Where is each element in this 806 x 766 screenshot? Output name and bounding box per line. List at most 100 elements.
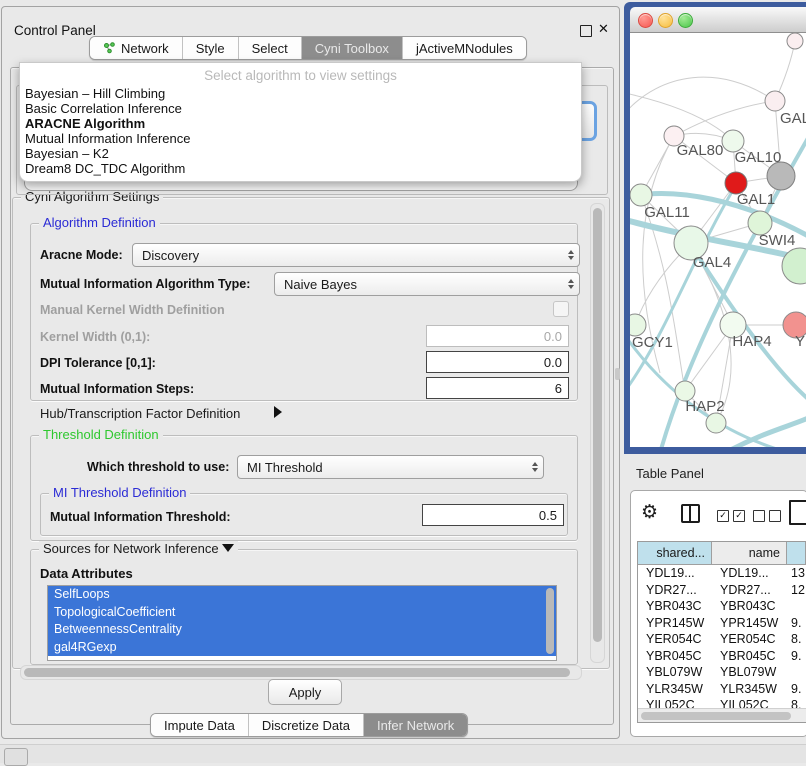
stepper-arrows-icon xyxy=(568,279,574,289)
algorithm-option-bayesian-k2[interactable]: Bayesian – K2 xyxy=(20,146,581,161)
kernel-width-field[interactable]: 0.0 xyxy=(426,325,569,347)
table-row[interactable]: YER054CYER054C8. xyxy=(638,631,806,648)
close-traffic-light-icon[interactable] xyxy=(638,13,653,28)
tab-style[interactable]: Style xyxy=(182,37,238,59)
column-layout-icon[interactable] xyxy=(681,504,700,523)
network-window-titlebar[interactable] xyxy=(630,7,806,33)
table-row[interactable]: YBR045CYBR045C9. xyxy=(638,648,806,665)
table-cell: YBR045C xyxy=(638,648,712,665)
settings-horizontal-scrollbar[interactable] xyxy=(20,665,582,680)
attribute-item-gal4rgexp[interactable]: gal4RGexp xyxy=(48,639,556,657)
file-icon[interactable] xyxy=(789,500,806,525)
select-all-checkboxes-icon[interactable]: ✓✓ xyxy=(717,510,745,522)
expand-arrow-icon[interactable] xyxy=(274,406,282,418)
attribute-item-selfloops[interactable]: SelfLoops xyxy=(48,586,556,604)
mi-algorithm-type-label: Mutual Information Algorithm Type: xyxy=(40,277,250,291)
status-strip xyxy=(0,744,806,763)
table-cell: YBL079W xyxy=(712,664,787,681)
bottom-tab-discretize-data[interactable]: Discretize Data xyxy=(248,714,363,736)
bottom-tab-infer-network[interactable]: Infer Network xyxy=(363,714,467,736)
column-header-name[interactable]: name xyxy=(712,542,787,564)
minimize-traffic-light-icon[interactable] xyxy=(658,13,673,28)
network-graph[interactable]: GALGAL80GAL10GAL1GAL11SWI4GAL4GCY1HAP4YH… xyxy=(630,33,806,447)
zoom-traffic-light-icon[interactable] xyxy=(678,13,693,28)
node-top-partial[interactable] xyxy=(787,33,803,49)
dpi-tolerance-label: DPI Tolerance [0,1]: xyxy=(40,356,156,370)
table-cell: 8. xyxy=(787,631,806,648)
table-horizontal-scrollbar[interactable] xyxy=(638,708,806,723)
application-root: Control Panel ✕ NetworkStyleSelectCyni T… xyxy=(0,0,806,762)
table-row[interactable]: YPR145WYPR145W9. xyxy=(638,615,806,632)
table-cell: YLR345W xyxy=(638,681,712,698)
node-gcy1[interactable] xyxy=(630,314,646,336)
hub-definition-section-label[interactable]: Hub/Transcription Factor Definition xyxy=(40,406,240,421)
panel-divider-handle[interactable] xyxy=(615,368,620,380)
node-bottom-partial[interactable] xyxy=(706,413,726,433)
table-cell xyxy=(787,598,806,615)
table-cell: YLR345W xyxy=(712,681,787,698)
algorithm-option-dream8-dc-tdc-algorithm[interactable]: Dream8 DC_TDC Algorithm xyxy=(20,161,581,176)
collapse-arrow-icon[interactable] xyxy=(222,544,234,552)
settings-horizontal-scrollbar-thumb[interactable] xyxy=(24,668,570,677)
dpi-tolerance-field[interactable]: 0.0 xyxy=(426,351,569,373)
node-gal11[interactable] xyxy=(630,184,652,206)
column-header-shared[interactable]: shared... xyxy=(638,542,712,564)
table-cell: YDL19... xyxy=(638,565,712,582)
settings-vertical-scrollbar[interactable] xyxy=(590,203,605,663)
attribute-list-scrollbar-thumb[interactable] xyxy=(546,588,554,654)
table-row[interactable]: YBR043CYBR043C xyxy=(638,598,806,615)
node-gal-cut[interactable] xyxy=(765,91,785,111)
algorithm-option-basic-correlation-inference[interactable]: Basic Correlation Inference xyxy=(20,101,581,116)
table-horizontal-scrollbar-thumb[interactable] xyxy=(641,712,791,720)
manual-kernel-width-checkbox[interactable] xyxy=(553,301,569,317)
attribute-item-topologicalcoefficient[interactable]: TopologicalCoefficient xyxy=(48,604,556,622)
network-canvas[interactable]: GALGAL80GAL10GAL1GAL11SWI4GAL4GCY1HAP4YH… xyxy=(630,33,806,447)
table-cell: YBR043C xyxy=(712,598,787,615)
node-label-gal11: GAL11 xyxy=(644,204,690,221)
node-label-gal1: GAL1 xyxy=(737,191,775,208)
sources-title-text: Sources for Network Inference xyxy=(43,541,219,556)
close-icon[interactable]: ✕ xyxy=(598,21,609,37)
settings-vertical-scrollbar-thumb[interactable] xyxy=(593,208,602,642)
bottom-tab-impute-data[interactable]: Impute Data xyxy=(151,714,248,736)
minimized-panel-icon[interactable] xyxy=(4,748,28,766)
table-row[interactable]: YDR27...YDR27...12 xyxy=(638,582,806,599)
aracne-mode-combo[interactable]: Discovery xyxy=(132,243,580,267)
data-attributes-list[interactable]: SelfLoopsTopologicalCoefficientBetweenne… xyxy=(47,585,557,661)
column-header-partial[interactable] xyxy=(787,542,806,564)
table-cell: YER054C xyxy=(712,631,787,648)
apply-button-label: Apply xyxy=(289,685,322,700)
algorithm-option-mutual-information-inference[interactable]: Mutual Information Inference xyxy=(20,131,581,146)
table-row[interactable]: YDL19...YDL19...13 xyxy=(638,565,806,582)
float-window-icon[interactable] xyxy=(580,25,592,37)
table-row[interactable]: YBL079WYBL079W xyxy=(638,664,806,681)
table-cell: YPR145W xyxy=(638,615,712,632)
deselect-all-checkboxes-icon[interactable] xyxy=(753,510,781,522)
tab-jactivemnodules[interactable]: jActiveMNodules xyxy=(402,37,526,59)
node-attribute-table: shared...name YDL19...YDL19...13YDR27...… xyxy=(637,541,806,723)
node-label-hap2: HAP2 xyxy=(685,398,724,415)
node-label-gal: GAL xyxy=(780,110,806,127)
mi-threshold-label: Mutual Information Threshold: xyxy=(50,510,231,524)
mi-threshold-field[interactable]: 0.5 xyxy=(422,504,564,526)
settings-gear-icon[interactable]: ⚙ xyxy=(641,501,658,524)
algorithm-option-aracne-algorithm[interactable]: ARACNE Algorithm xyxy=(20,116,581,131)
table-cell: 12 xyxy=(787,582,806,599)
table-row[interactable]: YLR345WYLR345W9. xyxy=(638,681,806,698)
which-threshold-combo[interactable]: MI Threshold xyxy=(237,455,544,479)
apply-button[interactable]: Apply xyxy=(268,679,342,705)
node-gray[interactable] xyxy=(767,162,795,190)
algorithm-option-bayesian-hill-climbing[interactable]: Bayesian – Hill Climbing xyxy=(20,86,581,101)
table-cell: YDR27... xyxy=(638,582,712,599)
tab-network[interactable]: Network xyxy=(90,37,182,59)
tab-select[interactable]: Select xyxy=(238,37,301,59)
table-cell: YER054C xyxy=(638,631,712,648)
mi-steps-field[interactable]: 6 xyxy=(426,377,569,399)
node-label-gal10: GAL10 xyxy=(735,149,782,166)
node-label-gcy1: GCY1 xyxy=(632,334,673,351)
attribute-item-betweennesscentrality[interactable]: BetweennessCentrality xyxy=(48,621,556,639)
control-panel-tab-bar: NetworkStyleSelectCyni ToolboxjActiveMNo… xyxy=(89,36,527,60)
mi-algorithm-type-combo[interactable]: Naive Bayes xyxy=(274,272,580,296)
aracne-mode-label: Aracne Mode: xyxy=(40,248,123,262)
tab-cyni-toolbox[interactable]: Cyni Toolbox xyxy=(301,37,402,59)
